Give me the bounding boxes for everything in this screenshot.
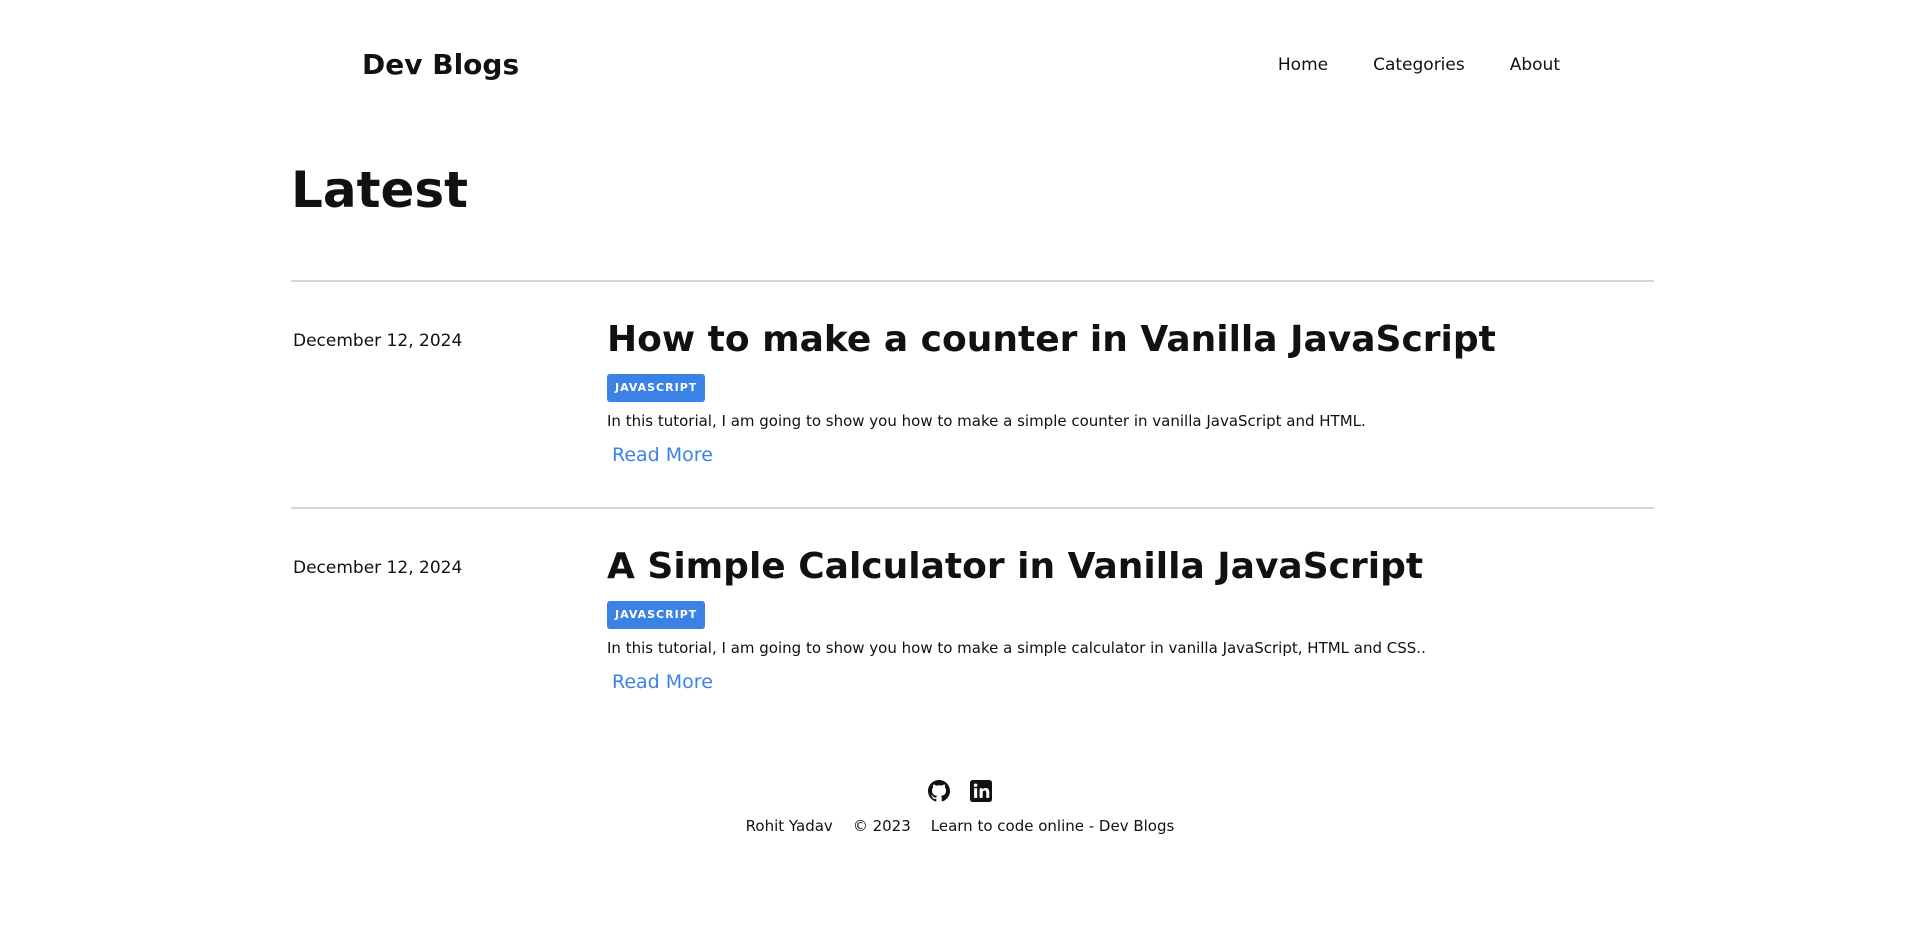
nav-home-link[interactable]: Home [1278, 54, 1328, 76]
page-title: Latest [291, 161, 469, 219]
post-date: December 12, 2024 [293, 331, 463, 351]
social-links [0, 780, 1920, 804]
footer-copyright: © 2023 [852, 817, 911, 835]
site-logo[interactable]: Dev Blogs [362, 48, 519, 82]
read-more-link[interactable]: Read More [612, 443, 713, 467]
post-title-link[interactable]: A Simple Calculator in Vanilla JavaScrip… [607, 545, 1647, 589]
main-nav: Home Categories About [1278, 54, 1560, 76]
github-icon-graphic [928, 780, 950, 802]
post-item: December 12, 2024 How to make a counter … [291, 280, 1654, 507]
footer-credits: Rohit Yadav © 2023 Learn to code online … [0, 816, 1920, 836]
post-list: December 12, 2024 How to make a counter … [291, 280, 1654, 734]
post-item: December 12, 2024 A Simple Calculator in… [291, 507, 1654, 734]
linkedin-icon-graphic [970, 780, 992, 802]
post-excerpt: In this tutorial, I am going to show you… [607, 639, 1426, 657]
post-body: How to make a counter in Vanilla JavaScr… [607, 318, 1647, 467]
post-body: A Simple Calculator in Vanilla JavaScrip… [607, 545, 1647, 694]
footer-tagline: Learn to code online - Dev Blogs [930, 817, 1175, 835]
post-tag-badge[interactable]: JAVASCRIPT [607, 374, 706, 402]
site-header: Dev Blogs Home Categories About [0, 0, 1920, 130]
post-date: December 12, 2024 [293, 558, 463, 578]
nav-about-link[interactable]: About [1510, 54, 1560, 76]
github-icon[interactable] [928, 780, 950, 802]
footer-author: Rohit Yadav [745, 817, 833, 835]
post-title-link[interactable]: How to make a counter in Vanilla JavaScr… [607, 318, 1647, 362]
nav-categories-link[interactable]: Categories [1373, 54, 1465, 76]
site-footer: Rohit Yadav © 2023 Learn to code online … [0, 780, 1920, 836]
linkedin-icon[interactable] [970, 780, 992, 802]
post-tag-badge[interactable]: JAVASCRIPT [607, 601, 706, 629]
read-more-link[interactable]: Read More [612, 670, 713, 694]
post-excerpt: In this tutorial, I am going to show you… [607, 412, 1366, 430]
